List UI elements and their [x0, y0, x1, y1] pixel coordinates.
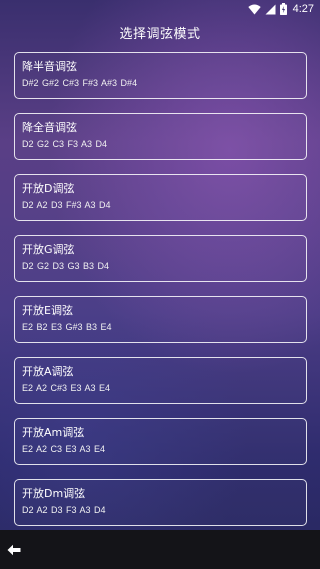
tuning-notes: E2 A2 C3 E3 A3 E4 [22, 444, 106, 454]
arrow-left-icon [7, 541, 21, 560]
tuning-option-open-am[interactable]: 开放Am调弦 E2 A2 C3 E3 A3 E4 [14, 418, 307, 465]
app-screen: 4:27 选择调弦模式 降半音调弦 D#2 G#2 C#3 F#3 A#3 D#… [0, 0, 320, 569]
tuning-notes: E2 A2 C#3 E3 A3 E4 [22, 383, 111, 393]
tuning-notes: D2 G2 D3 G3 B3 D4 [22, 261, 110, 271]
tuning-notes: D2 A2 D3 F3 A3 D4 [22, 505, 106, 515]
tuning-name: 降全音调弦 [22, 121, 77, 134]
tuning-notes: E2 B2 E3 G#3 B3 E4 [22, 322, 112, 332]
header: 选择调弦模式 [0, 22, 320, 48]
tuning-name: 开放A调弦 [22, 365, 74, 378]
status-bar: 4:27 [0, 0, 320, 18]
tuning-name: 开放D调弦 [22, 182, 75, 195]
tuning-notes: D2 G2 C3 F3 A3 D4 [22, 139, 108, 149]
tuning-option-open-d[interactable]: 开放D调弦 D2 A2 D3 F#3 A3 D4 [14, 174, 307, 221]
page-title: 选择调弦模式 [119, 27, 201, 42]
tuning-option-whole-step-down[interactable]: 降全音调弦 D2 G2 C3 F3 A3 D4 [14, 113, 307, 160]
status-icons: 4:27 [247, 2, 314, 16]
tuning-name: 开放G调弦 [22, 243, 75, 256]
tuning-list: 降半音调弦 D#2 G#2 C#3 F#3 A#3 D#4 降全音调弦 D2 G… [14, 52, 307, 540]
signal-icon [265, 4, 276, 15]
tuning-option-open-g[interactable]: 开放G调弦 D2 G2 D3 G3 B3 D4 [14, 235, 307, 282]
tuning-option-open-e[interactable]: 开放E调弦 E2 B2 E3 G#3 B3 E4 [14, 296, 307, 343]
tuning-notes: D#2 G#2 C#3 F#3 A#3 D#4 [22, 78, 138, 88]
tuning-option-half-step-down[interactable]: 降半音调弦 D#2 G#2 C#3 F#3 A#3 D#4 [14, 52, 307, 99]
wifi-icon [247, 4, 261, 15]
battery-charging-icon [279, 3, 287, 15]
status-time: 4:27 [292, 3, 314, 15]
bottom-bar [0, 530, 320, 569]
tuning-name: 开放E调弦 [22, 304, 73, 317]
tuning-notes: D2 A2 D3 F#3 A3 D4 [22, 200, 111, 210]
tuning-name: 开放Am调弦 [22, 426, 85, 439]
tuning-name: 降半音调弦 [22, 60, 77, 73]
tuning-option-open-dm[interactable]: 开放Dm调弦 D2 A2 D3 F3 A3 D4 [14, 479, 307, 526]
back-button[interactable] [6, 542, 22, 558]
tuning-option-open-a[interactable]: 开放A调弦 E2 A2 C#3 E3 A3 E4 [14, 357, 307, 404]
tuning-name: 开放Dm调弦 [22, 487, 86, 500]
